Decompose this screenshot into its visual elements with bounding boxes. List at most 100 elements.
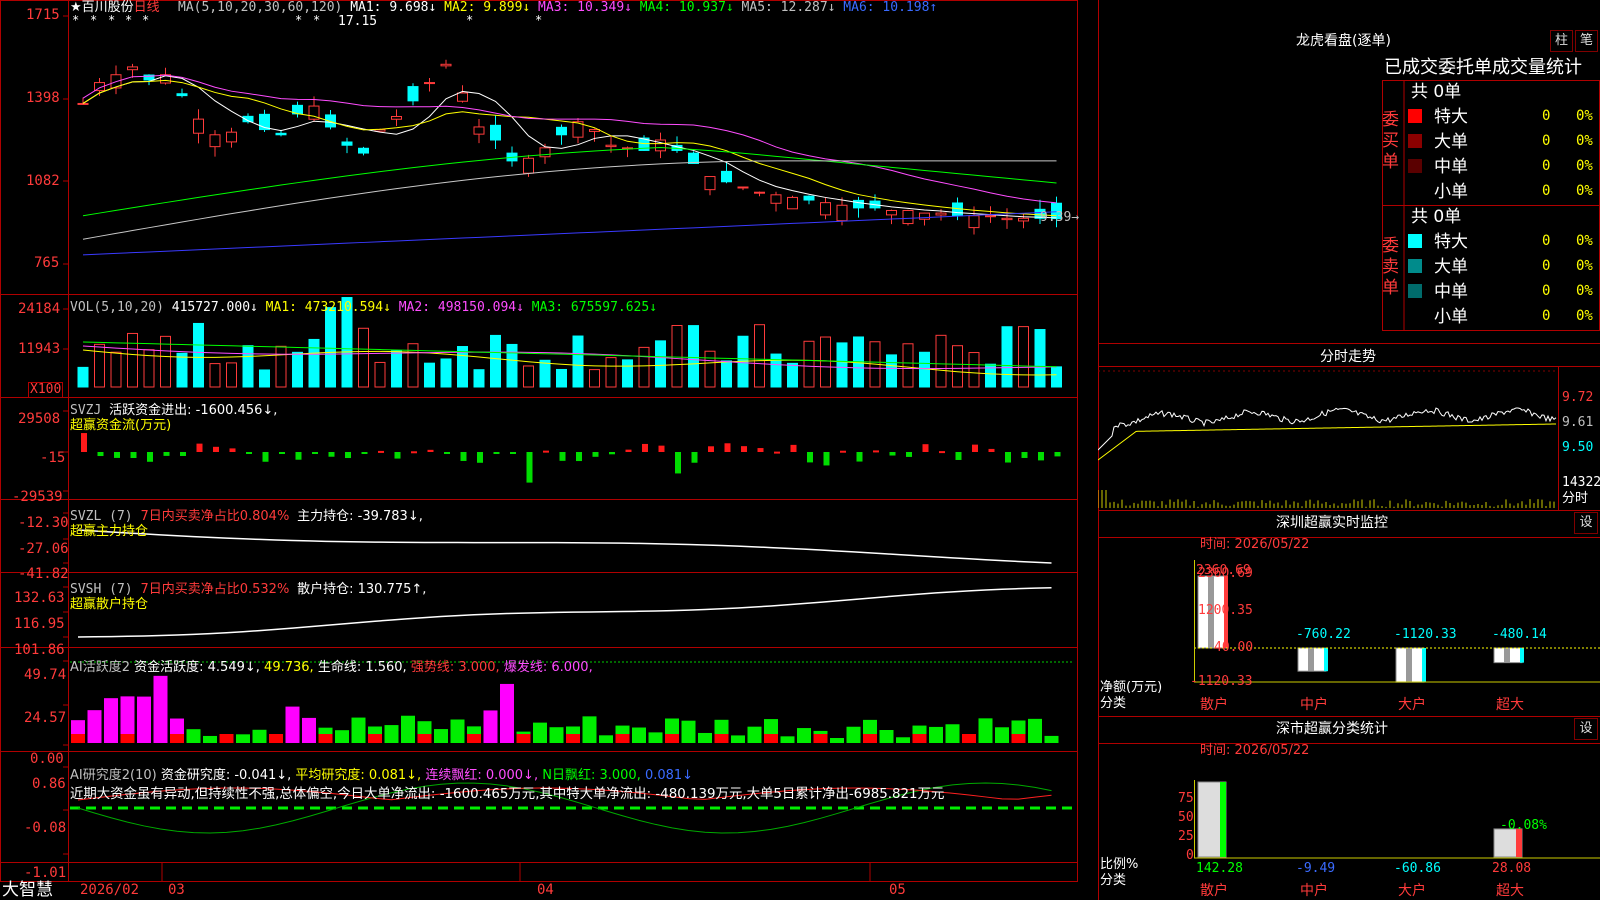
monitor-xlabel: 分类 — [1100, 696, 1127, 711]
svzj-subtitle: 超赢资金流(万元) — [70, 418, 172, 433]
fund-flow-bar — [675, 452, 681, 474]
kline-chart-svg[interactable] — [0, 0, 1078, 882]
volume-bar — [935, 334, 947, 388]
order-row: 小单 0 0% — [1408, 305, 1600, 329]
category-label: 散户 — [1200, 697, 1228, 713]
classify-bar-label: 28.08 — [1492, 861, 1531, 876]
candle-body — [209, 134, 221, 148]
activity-bar — [549, 727, 564, 743]
volume-bar — [622, 359, 633, 388]
category-label: 中户 — [1300, 883, 1328, 899]
monitor-ylabel: 净额(万元) — [1100, 680, 1163, 695]
fund-flow-bar — [526, 452, 533, 483]
tick-view-button[interactable]: 笔 — [1575, 30, 1598, 52]
activity-bar — [252, 729, 267, 743]
order-row: 大单 0 0% — [1408, 255, 1600, 279]
volume-bar — [1018, 326, 1029, 388]
svzj-label: SVZJ — [70, 403, 102, 418]
ma4-line — [82, 147, 1057, 217]
category-label: 中户 — [1300, 697, 1328, 713]
kline-chart-area[interactable]: ★百川股份日线 MA(5,10,20,30,60,120) MA1: 9.698… — [0, 0, 1079, 900]
category-label: 超大 — [1496, 883, 1524, 899]
candle-body — [902, 209, 914, 225]
order-row: 中单 0 0% — [1408, 155, 1600, 179]
ai-res-value: 资金研究度: -0.041↓, — [160, 768, 292, 783]
fund-flow-bar — [691, 452, 698, 463]
marker-5: * — [142, 13, 150, 27]
volume-bar — [803, 340, 815, 388]
price-tick-3: 1082 — [26, 173, 60, 189]
activity-bar — [153, 675, 168, 743]
volume-bar — [721, 360, 732, 388]
fund-flow-bar — [823, 452, 830, 466]
activity-bar — [896, 737, 910, 743]
order-type: 特大 — [1434, 107, 1468, 127]
fund-flow-bar — [361, 452, 368, 454]
fund-flow-bar — [444, 452, 450, 454]
ai-res-avg: 平均研究度: 0.081↓, — [295, 768, 422, 783]
category-label: 大户 — [1398, 883, 1426, 899]
svsh-tick-2: 116.95 — [14, 616, 65, 632]
classify-settings-button[interactable]: 设 — [1574, 718, 1598, 740]
candle-body — [176, 93, 188, 97]
classify-tick-2: 50 — [1178, 810, 1194, 825]
activity-red-base — [665, 734, 679, 743]
order-type: 大单 — [1434, 257, 1468, 277]
monitor-settings-button[interactable]: 设 — [1574, 512, 1598, 534]
dragon-tabs[interactable]: 已成交委托单成交量统计 — [1384, 58, 1582, 78]
volume-bar — [424, 362, 435, 388]
candle-body — [853, 199, 864, 209]
fund-flow-bar — [609, 452, 615, 455]
monitor-tick-1: 2360.69 — [1198, 566, 1253, 581]
volume-bar — [952, 345, 963, 388]
column-view-button[interactable]: 柱 — [1550, 30, 1573, 52]
fund-flow-bar — [625, 449, 632, 452]
fund-flow-bar — [658, 445, 665, 452]
volume-bar — [193, 322, 204, 388]
candle-body — [605, 144, 617, 148]
ai-act-value2: 49.736, — [264, 660, 314, 675]
candle-body — [457, 92, 468, 102]
activity-bar — [978, 718, 993, 743]
candle-body — [275, 132, 287, 136]
order-volume: 0 — [1542, 283, 1551, 299]
ma5-value: MA5: 12.287↓ — [741, 0, 836, 15]
monitor-bar-edge — [1324, 648, 1328, 672]
activity-red-base — [714, 734, 729, 743]
activity-red-base — [318, 734, 333, 743]
fund-flow-bar — [1005, 452, 1011, 463]
price-tick-4: 765 — [34, 255, 60, 271]
activity-bar — [236, 734, 250, 743]
volume-bar — [226, 362, 237, 388]
candle-body — [424, 82, 435, 85]
candle-body — [523, 157, 534, 174]
fund-flow-bar — [873, 450, 879, 453]
activity-bar — [384, 725, 399, 743]
fund-flow-bar — [906, 452, 912, 457]
order-row: 特大 0 0% — [1408, 105, 1600, 129]
fund-flow-bar — [312, 452, 318, 454]
brand-label: 大智慧 — [2, 880, 53, 900]
volume-bar — [242, 345, 254, 388]
monitor-bar-edge — [1422, 648, 1426, 683]
ai-act-tick-3: 0.00 — [30, 751, 64, 767]
volume-bar — [473, 369, 485, 388]
candle-body — [358, 147, 369, 154]
intraday-avg-line — [1098, 423, 1557, 461]
buy-rows: 特大 0 0% 大单 0 0% 中单 0 0% 小单 0 0% — [1408, 105, 1600, 205]
fund-flow-bar — [196, 443, 203, 452]
ai-life-line: 生命线: 1.560, — [317, 660, 407, 675]
candle-body — [556, 126, 567, 136]
sell-orders-label: 委卖单 — [1382, 236, 1399, 298]
high-price-label: 17.15 — [338, 14, 378, 29]
activity-bar — [632, 727, 646, 743]
volume-bar — [671, 324, 683, 388]
activity-red-base — [71, 734, 85, 743]
candle-body — [77, 102, 89, 105]
activity-red-base — [615, 734, 630, 743]
fund-flow-bar — [279, 452, 285, 454]
volume-bar — [308, 338, 320, 388]
ma1-value: MA1: 9.698↓ — [350, 0, 437, 15]
price-tick-1: 1715 — [26, 7, 60, 23]
vol-unit-badge[interactable]: X100 — [28, 382, 64, 398]
